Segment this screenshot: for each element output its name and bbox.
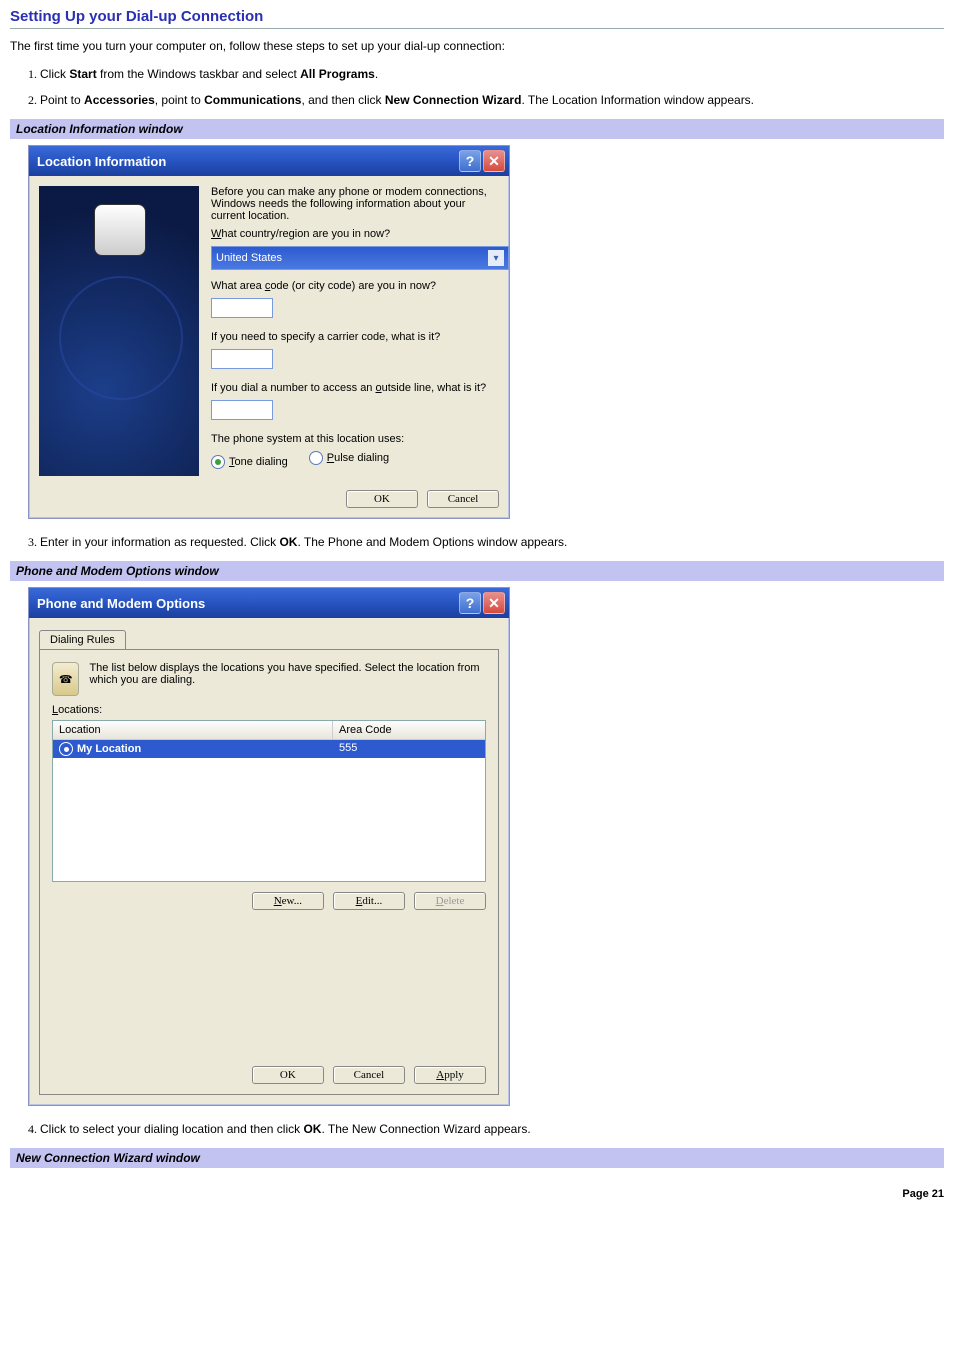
outside-line-input[interactable] (211, 400, 273, 420)
step-2: Point to Accessories, point to Communica… (40, 91, 944, 109)
list-item[interactable]: My Location 555 (53, 740, 485, 758)
cancel-button[interactable]: Cancel (333, 1066, 405, 1084)
help-icon[interactable]: ? (459, 150, 481, 172)
dialog-title: Phone and Modem Options (37, 596, 457, 611)
location-information-dialog: Location Information ? ✕ Before you can … (28, 145, 510, 519)
close-icon[interactable]: ✕ (483, 150, 505, 172)
help-icon[interactable]: ? (459, 592, 481, 614)
titlebar: Location Information ? ✕ (29, 146, 509, 176)
step-1: Click Start from the Windows taskbar and… (40, 65, 944, 83)
section-title: Setting Up your Dial-up Connection (10, 8, 944, 29)
tab-dialing-rules[interactable]: Dialing Rules (39, 630, 126, 649)
ok-button[interactable]: OK (252, 1066, 324, 1084)
page-number: Page 21 (10, 1188, 944, 1200)
chevron-down-icon: ▾ (488, 250, 504, 266)
intro-text: The first time you turn your computer on… (10, 39, 944, 53)
phone-modem-dialog: Phone and Modem Options ? ✕ Dialing Rule… (28, 587, 510, 1106)
location-name: My Location (77, 743, 141, 755)
radio-selected-icon (211, 455, 225, 469)
step-4: Click to select your dialing location an… (40, 1120, 944, 1138)
tone-dialing-radio[interactable]: Tone dialing (211, 455, 288, 469)
dialog-title: Location Information (37, 154, 457, 169)
pulse-dialing-radio[interactable]: Pulse dialing (309, 451, 389, 465)
col-location[interactable]: Location (53, 721, 333, 739)
intro-paragraph: Before you can make any phone or modem c… (211, 186, 499, 222)
step-3: Enter in your information as requested. … (40, 533, 944, 551)
radio-selected-icon (59, 742, 73, 756)
locations-label: Locations: (52, 704, 486, 716)
phone-system-label: The phone system at this location uses: (211, 433, 499, 445)
caption-new-connection-wizard: New Connection Wizard window (10, 1148, 944, 1168)
apply-button[interactable]: Apply (414, 1066, 486, 1084)
list-header: Location Area Code (53, 721, 485, 740)
area-code-label: What area code (or city code) are you in… (211, 280, 499, 292)
delete-button[interactable]: Delete (414, 892, 486, 910)
locations-list[interactable]: Location Area Code My Location 555 (52, 720, 486, 882)
phone-icon (94, 204, 146, 256)
carrier-code-input[interactable] (211, 349, 273, 369)
phone-icon: ☎ (52, 662, 79, 696)
ok-button[interactable]: OK (346, 490, 418, 508)
col-area-code[interactable]: Area Code (333, 721, 485, 739)
caption-location-info: Location Information window (10, 119, 944, 139)
titlebar: Phone and Modem Options ? ✕ (29, 588, 509, 618)
country-label: What country/region are you in now? (211, 228, 499, 240)
sidebar-graphic (39, 186, 199, 476)
globe-icon (59, 276, 183, 400)
caption-phone-modem: Phone and Modem Options window (10, 561, 944, 581)
edit-button[interactable]: Edit... (333, 892, 405, 910)
location-area-code: 555 (333, 740, 485, 758)
description-text: The list below displays the locations yo… (89, 662, 486, 686)
country-value: United States (216, 252, 282, 264)
cancel-button[interactable]: Cancel (427, 490, 499, 508)
radio-icon (309, 451, 323, 465)
area-code-input[interactable] (211, 298, 273, 318)
carrier-code-label: If you need to specify a carrier code, w… (211, 331, 499, 343)
new-button[interactable]: New... (252, 892, 324, 910)
outside-line-label: If you dial a number to access an outsid… (211, 382, 499, 394)
close-icon[interactable]: ✕ (483, 592, 505, 614)
country-select[interactable]: United States ▾ (211, 246, 509, 270)
